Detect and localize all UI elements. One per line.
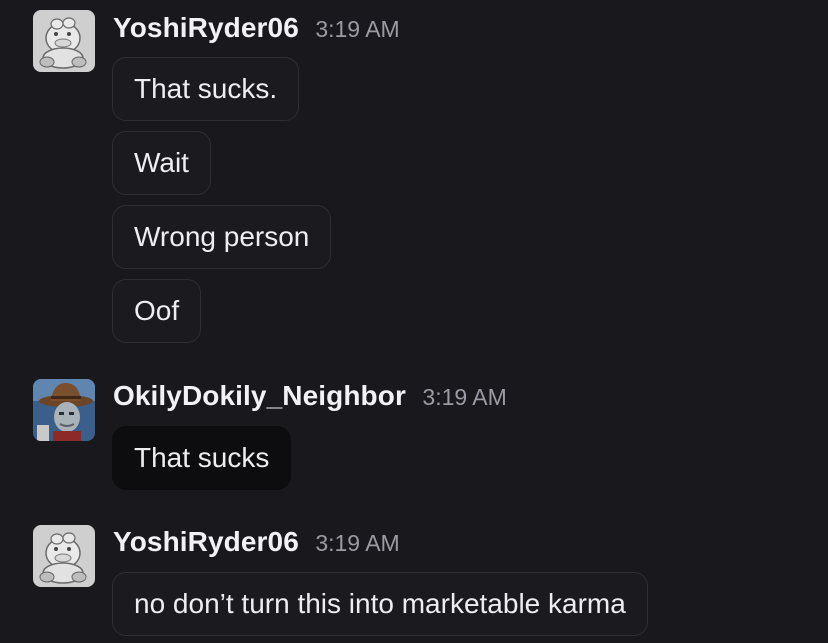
message-bubble[interactable]: Wrong person	[112, 205, 332, 269]
message-header: OkilyDokily_Neighbor 3:19 AM	[113, 380, 507, 412]
message-header: YoshiRyder06 3:19 AM	[113, 526, 400, 558]
yoshi-avatar[interactable]	[33, 525, 95, 587]
message-bubble[interactable]: Oof	[112, 279, 202, 343]
username[interactable]: YoshiRyder06	[113, 526, 299, 557]
message-bubble[interactable]: That sucks.	[112, 57, 300, 121]
username[interactable]: YoshiRyder06	[113, 12, 299, 43]
message-bubble[interactable]: no don’t turn this into marketable karma	[112, 572, 648, 636]
message-bubble-highlighted[interactable]: That sucks	[112, 426, 292, 490]
timestamp: 3:19 AM	[315, 530, 400, 556]
message-bubble[interactable]: Wait	[112, 131, 211, 195]
timestamp: 3:19 AM	[422, 384, 507, 410]
cowboy-avatar[interactable]	[33, 379, 95, 441]
message-header: YoshiRyder06 3:19 AM	[113, 12, 400, 44]
username[interactable]: OkilyDokily_Neighbor	[113, 380, 406, 411]
timestamp: 3:19 AM	[315, 16, 400, 42]
yoshi-avatar[interactable]	[33, 10, 95, 72]
